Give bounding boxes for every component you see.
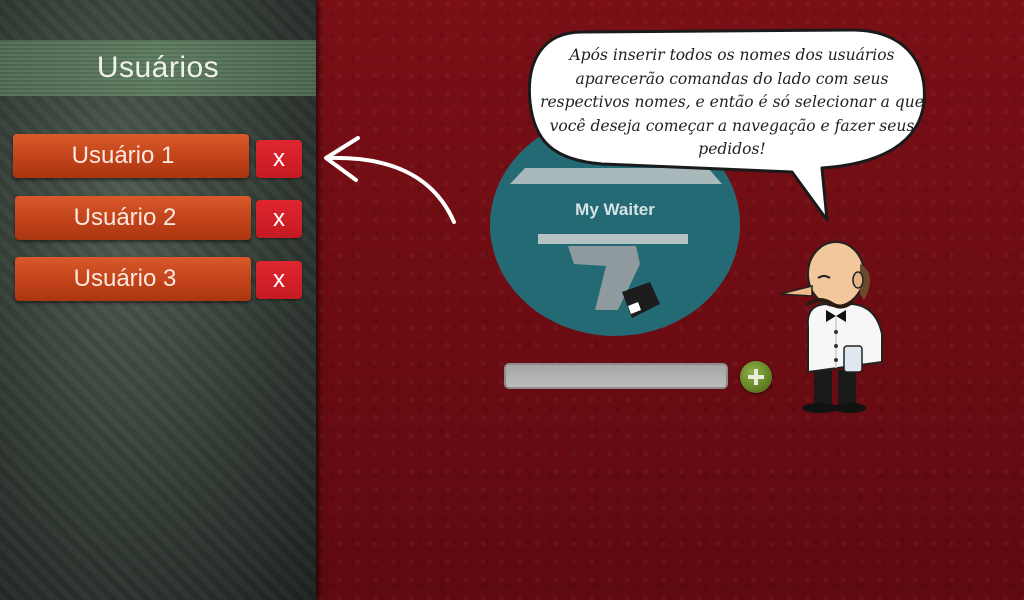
waiter-character [779,241,883,413]
sidebar-title: Usuários [96,51,220,84]
user-label: Usuário 1 [71,142,175,169]
user-button-1[interactable]: Usuário 1 [13,134,249,178]
speech-bubble-text: Após inserir todos os nomes dos usuários… [540,46,924,158]
sidebar-header: Usuários [0,40,316,96]
sidebar: Usuários Usuário 1 x Usuário 2 x Usuário… [0,0,316,600]
user-button-2[interactable]: Usuário 2 [15,196,251,240]
close-icon: x [273,266,285,293]
user-row: Usuário 3 x [0,257,316,303]
user-row: Usuário 2 x [0,196,316,242]
user-row: Usuário 1 x [0,134,316,180]
user-label: Usuário 2 [73,204,177,231]
curved-arrow-left-icon [324,136,456,224]
delete-user-button-2[interactable]: x [256,200,302,238]
close-icon: x [273,145,285,172]
plus-circle-icon[interactable] [740,361,772,393]
user-button-3[interactable]: Usuário 3 [15,257,251,301]
user-name-input[interactable] [504,363,728,389]
delete-user-button-1[interactable]: x [256,140,302,178]
close-icon: x [273,205,285,232]
user-label: Usuário 3 [73,265,177,292]
delete-user-button-3[interactable]: x [256,261,302,299]
